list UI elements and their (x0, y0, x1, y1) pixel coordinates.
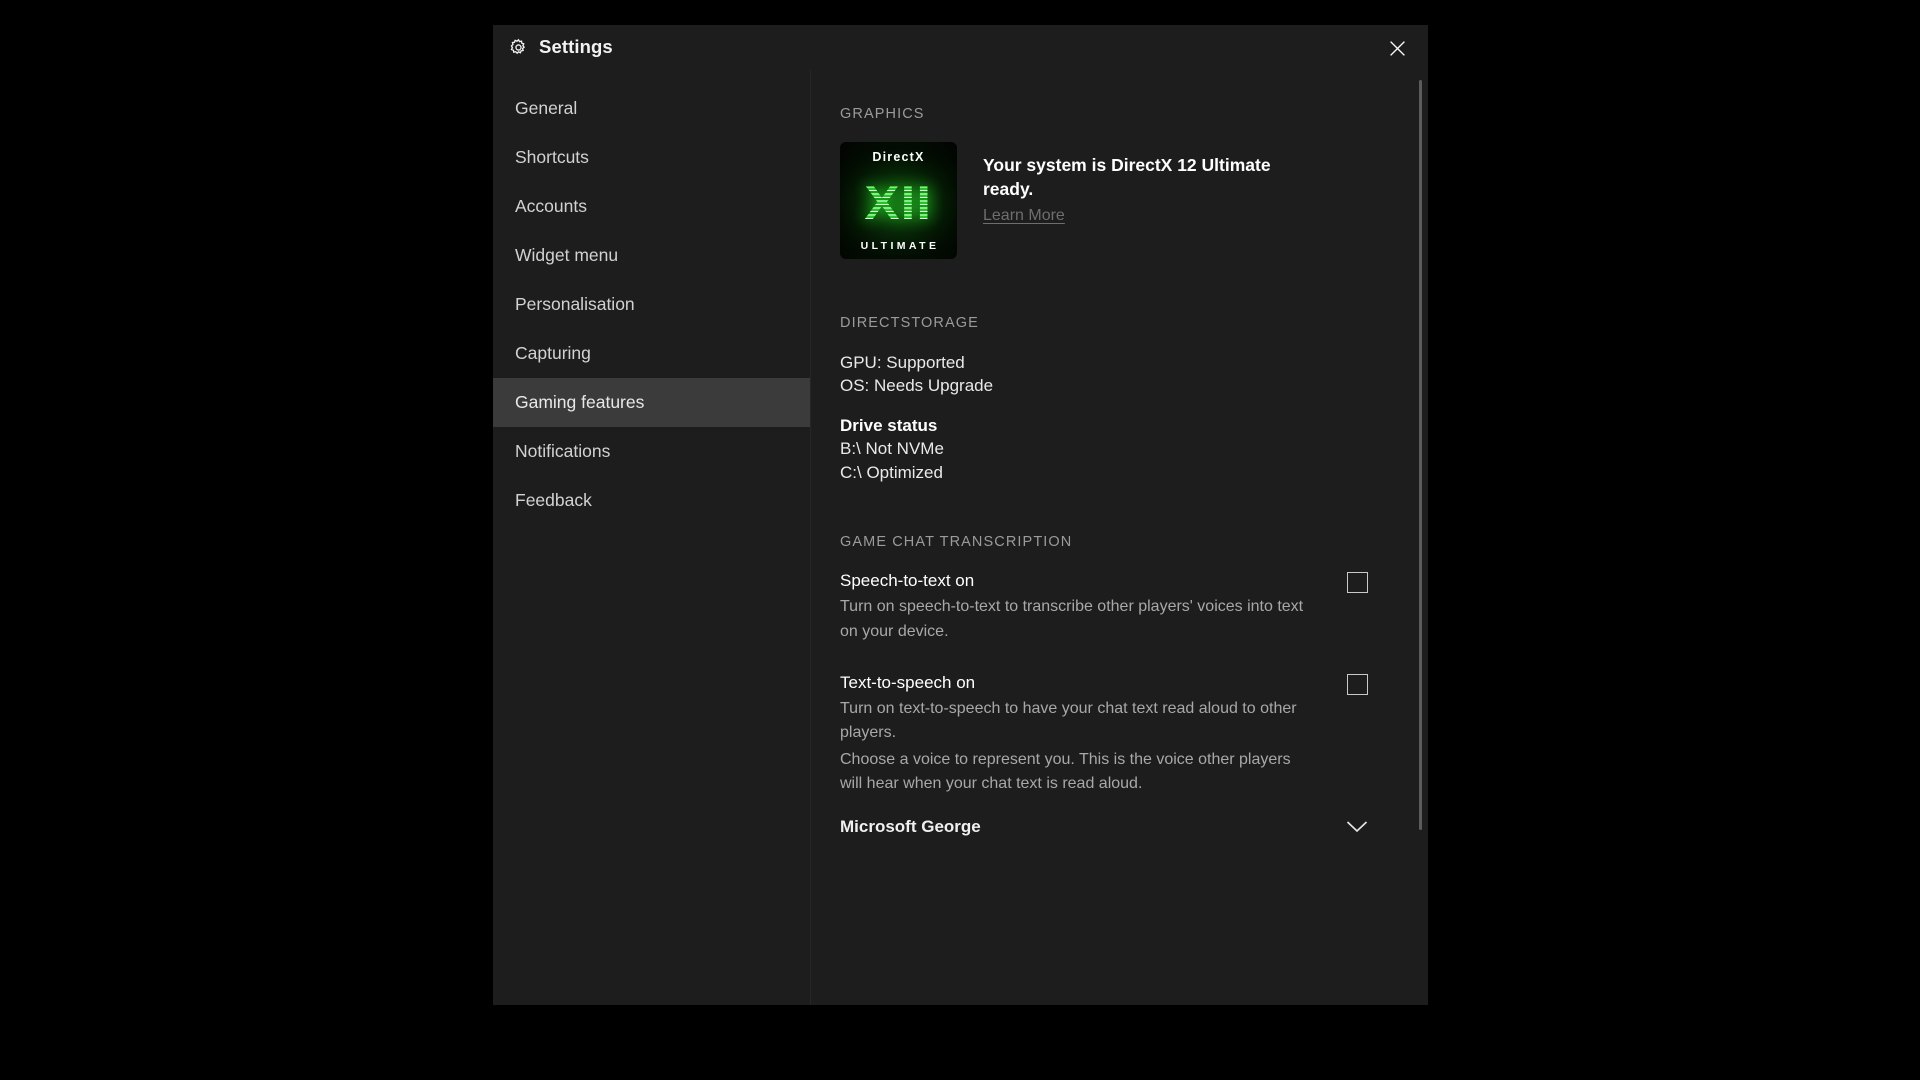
voice-select-dropdown[interactable]: Microsoft George (840, 818, 1368, 835)
sidebar-item-label: Capturing (515, 342, 591, 363)
sidebar-item-widget-menu[interactable]: Widget menu (493, 231, 810, 280)
graphics-section-heading: GRAPHICS (840, 106, 925, 122)
speech-to-text-row: Speech-to-text on (840, 570, 1368, 594)
settings-content-area: GRAPHICS DirectX XII ULTIMATE Your syste… (811, 70, 1428, 1005)
speech-to-text-label: Speech-to-text on (840, 571, 975, 591)
directstorage-os-status: OS: Needs Upgrade (840, 376, 994, 396)
directx-ultimate-logo: DirectX XII ULTIMATE (840, 142, 957, 259)
sidebar-item-gaming-features[interactable]: Gaming features (493, 378, 810, 427)
drive-status-label: Drive status (840, 415, 938, 435)
speech-to-text-checkbox[interactable] (1347, 572, 1368, 594)
settings-sidebar: General Shortcuts Accounts Widget menu P… (493, 70, 811, 1005)
sidebar-item-label: Personalisation (515, 293, 635, 314)
sidebar-item-label: Feedback (515, 489, 592, 510)
window-body: General Shortcuts Accounts Widget menu P… (493, 70, 1428, 1005)
text-to-speech-checkbox[interactable] (1347, 673, 1368, 695)
sidebar-item-personalisation[interactable]: Personalisation (493, 280, 810, 329)
gear-icon (509, 38, 528, 57)
directx-logo-edition: ULTIMATE (860, 239, 940, 252)
window-titlebar: Settings (493, 25, 1428, 70)
directstorage-section: DIRECTSTORAGE GPU: Supported OS: Needs U… (840, 315, 1368, 484)
sidebar-item-label: Accounts (515, 195, 587, 216)
sidebar-item-general[interactable]: General (493, 84, 810, 133)
directx-status-headline: Your system is DirectX 12 Ultimate ready… (983, 155, 1271, 200)
sidebar-item-label: General (515, 97, 578, 118)
sidebar-item-label: Gaming features (515, 391, 645, 412)
close-button[interactable] (1374, 31, 1420, 65)
voice-select-value: Microsoft George (840, 817, 981, 837)
drive-status-item: C:\ Optimized (840, 462, 943, 482)
sidebar-item-label: Widget menu (515, 244, 619, 265)
directstorage-gpu-status: GPU: Supported (840, 353, 965, 372)
sidebar-item-notifications[interactable]: Notifications (493, 427, 810, 476)
sidebar-item-label: Shortcuts (515, 146, 589, 167)
close-icon (1389, 40, 1405, 56)
content-scrollbar[interactable] (1414, 70, 1428, 1005)
voice-choice-description: Choose a voice to represent you. This is… (840, 750, 1291, 792)
directstorage-section-heading: DIRECTSTORAGE (840, 315, 979, 331)
game-chat-transcription-heading: GAME CHAT TRANSCRIPTION (840, 534, 1073, 551)
chevron-down-icon (1346, 820, 1368, 833)
sidebar-item-feedback[interactable]: Feedback (493, 476, 810, 525)
directx-logo-version: XII (864, 175, 933, 229)
sidebar-item-capturing[interactable]: Capturing (493, 329, 810, 378)
text-to-speech-description: Turn on text-to-speech to have your chat… (840, 699, 1297, 742)
text-to-speech-label: Text-to-speech on (840, 672, 976, 692)
learn-more-link[interactable]: Learn More (983, 207, 1065, 225)
gaming-features-panel: GRAPHICS DirectX XII ULTIMATE Your syste… (811, 70, 1428, 1005)
sidebar-item-accounts[interactable]: Accounts (493, 182, 810, 231)
directx-row: DirectX XII ULTIMATE Your system is Dire… (840, 142, 1368, 259)
settings-window: Settings General Shortcuts Accounts Widg… (493, 25, 1428, 1005)
directx-text-column: Your system is DirectX 12 Ultimate ready… (983, 142, 1313, 225)
drive-status-item: B:\ Not NVMe (840, 439, 944, 459)
speech-to-text-description: Turn on speech-to-text to transcribe oth… (840, 598, 1304, 640)
text-to-speech-row: Text-to-speech on (840, 672, 1368, 695)
sidebar-item-label: Notifications (515, 440, 611, 461)
window-title: Settings (539, 36, 613, 58)
scrollbar-thumb[interactable] (1419, 80, 1422, 830)
sidebar-item-shortcuts[interactable]: Shortcuts (493, 133, 810, 182)
directx-logo-word: DirectX (872, 150, 925, 164)
titlebar-left-group: Settings (509, 38, 613, 57)
